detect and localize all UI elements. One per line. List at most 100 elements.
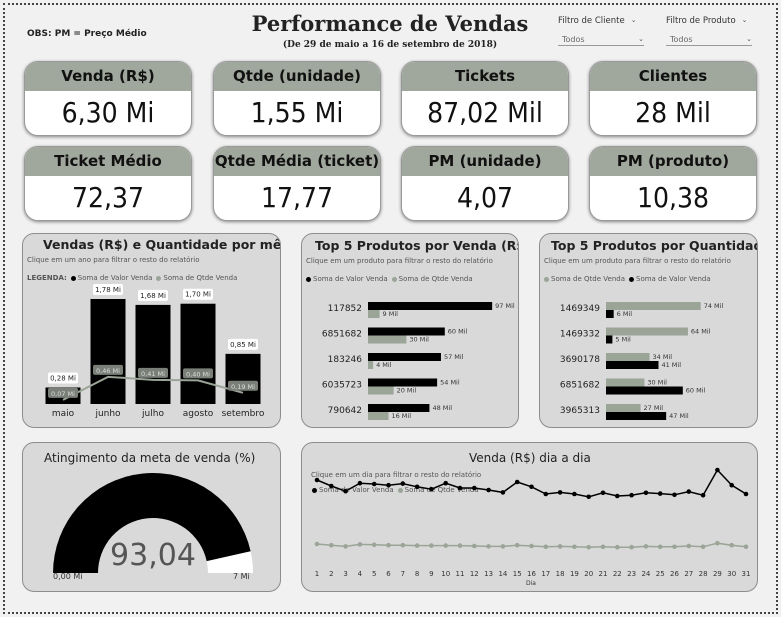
x-tick-label: 5: [372, 570, 376, 578]
x-tick-label: 20: [584, 570, 593, 578]
data-point: [615, 544, 620, 550]
data-label: 0,41 Mi: [141, 370, 165, 378]
y-tick-label: 3965313: [560, 406, 600, 416]
bar: [606, 353, 650, 361]
page-title: Performance de Vendas: [251, 11, 529, 36]
x-tick-label: 14: [498, 570, 507, 578]
data-point: [529, 484, 534, 490]
data-label: 4 Mil: [376, 361, 392, 369]
top-venda-chart[interactable]: 117852 97 Mil 9 Mil 6851682 60 Mil 30 Mil 1832…: [302, 234, 519, 428]
kpi-card-qtde-media[interactable]: Qtde Média (ticket) 17,77: [213, 146, 381, 221]
data-point: [572, 491, 577, 497]
data-label: 47 Mil: [669, 412, 689, 420]
kpi-value: 72,37: [71, 181, 145, 214]
bar: [368, 361, 374, 369]
data-point: [514, 542, 520, 548]
kpi-title: PM (produto): [590, 147, 756, 176]
daily-chart[interactable]: 1 2 3 4 5 6 7 8 9 10 11 12 13 14 15 16 17 18 19 20 21 22 23 24 2…: [302, 443, 758, 592]
data-label: 0,28 Mi: [50, 374, 76, 382]
kpi-value: 28 Mil: [635, 96, 711, 129]
data-point: [715, 467, 720, 473]
x-tick-label: 31: [742, 570, 751, 578]
data-point: [357, 542, 363, 547]
monthly-chart[interactable]: 0,28 Mi maio 1,78 Mi junho 1,68 Mi julho 1,70 …: [23, 234, 281, 428]
x-tick-label: 10: [441, 570, 450, 578]
obs-note: OBS: PM = Preço Médio: [27, 29, 147, 39]
data-point: [743, 491, 749, 497]
top-qtde-chart[interactable]: 1469349 74 Mil 6 Mil 1469332 64 Mil 5 Mil 3690…: [540, 234, 758, 428]
bar: [606, 386, 683, 395]
data-point: [629, 544, 634, 550]
x-tick-label: 27: [684, 570, 693, 578]
data-label: 1,78 Mi: [95, 286, 121, 294]
bar: [368, 378, 438, 387]
data-point: [400, 542, 406, 548]
bar: [368, 327, 445, 336]
y-tick-label: 790642: [328, 406, 362, 416]
x-tick-label: 8: [415, 570, 419, 578]
data-point: [600, 544, 606, 550]
filter-cliente-label-text: Filtro de Cliente: [558, 16, 625, 26]
data-point: [443, 543, 448, 548]
gauge-panel: Atingimento da meta de venda (%) 93,04 0,…: [22, 442, 281, 592]
daily-chart-panel: Venda (R$) dia a dia Clique em um dia pa…: [301, 442, 758, 592]
x-tick-label: 19: [570, 570, 579, 578]
x-tick-label: 30: [727, 570, 736, 578]
data-point: [357, 480, 363, 486]
data-point: [729, 482, 734, 488]
bar: [606, 302, 701, 310]
x-tick-label: 11: [456, 570, 465, 578]
kpi-card-tickets[interactable]: Tickets 87,02 Mil: [401, 61, 569, 136]
chevron-down-icon: ⌄: [741, 16, 748, 24]
kpi-value: 1,55 Mi: [250, 96, 344, 129]
x-tick-label: maio: [52, 409, 75, 419]
x-tick-label: 25: [656, 570, 665, 578]
data-label: 60 Mil: [448, 328, 468, 336]
kpi-card-venda[interactable]: Venda (R$) 6,30 Mi: [24, 61, 192, 136]
filter-produto-label-text: Filtro de Produto: [666, 16, 736, 26]
x-tick-label: 13: [484, 570, 493, 578]
kpi-card-pm-unidade[interactable]: PM (unidade) 4,07: [401, 146, 569, 221]
kpi-card-qtde[interactable]: Qtde (unidade) 1,55 Mi: [213, 61, 381, 136]
top-venda-panel: Top 5 Produtos por Venda (R$) Clique em …: [301, 233, 519, 428]
data-label: 0,46 Mi: [96, 367, 120, 375]
y-tick-label: 1469349: [560, 304, 600, 314]
y-tick-label: 117852: [328, 304, 362, 314]
x-axis-label: Dia: [526, 580, 536, 587]
data-point: [457, 543, 463, 548]
x-tick-label: 2: [329, 570, 333, 578]
data-point: [686, 489, 692, 494]
y-tick-label: 6851682: [560, 381, 600, 391]
data-label: 41 Mil: [661, 361, 681, 369]
chevron-down-icon: ⌄: [630, 16, 637, 24]
meta-gauge[interactable]: 93,04 0,00 Mi 7 Mi: [23, 443, 281, 592]
data-point: [743, 544, 749, 550]
data-point: [386, 542, 391, 548]
y-tick-label: 1469332: [560, 330, 600, 340]
data-label: 0,19 Mi: [231, 383, 255, 391]
data-label: 16 Mil: [391, 412, 411, 420]
kpi-title: Tickets: [402, 62, 568, 91]
bar: [606, 404, 641, 412]
filter-produto-dropdown[interactable]: Todos ⌄: [666, 33, 752, 46]
bar: [606, 361, 659, 369]
kpi-value: 10,38: [636, 181, 710, 214]
data-point: [715, 540, 720, 546]
data-point: [343, 544, 348, 549]
y-tick-label: 3690178: [560, 355, 600, 365]
data-point: [672, 544, 677, 550]
kpi-card-clientes[interactable]: Clientes 28 Mil: [589, 61, 757, 136]
filter-cliente-dropdown[interactable]: Todos ⌄: [558, 33, 644, 46]
kpi-card-ticket-medio[interactable]: Ticket Médio 72,37: [24, 146, 192, 221]
data-point: [600, 490, 606, 496]
bar: [90, 299, 126, 404]
bar: [368, 302, 493, 310]
kpi-title: Qtde Média (ticket): [214, 147, 380, 176]
kpi-card-pm-produto[interactable]: PM (produto) 10,38: [589, 146, 757, 221]
data-label: 1,68 Mi: [140, 292, 166, 300]
data-label: 64 Mil: [691, 328, 711, 336]
kpi-title: Ticket Médio: [25, 147, 191, 176]
data-point: [343, 488, 348, 494]
x-tick-label: 29: [713, 570, 722, 578]
data-point: [586, 544, 591, 550]
